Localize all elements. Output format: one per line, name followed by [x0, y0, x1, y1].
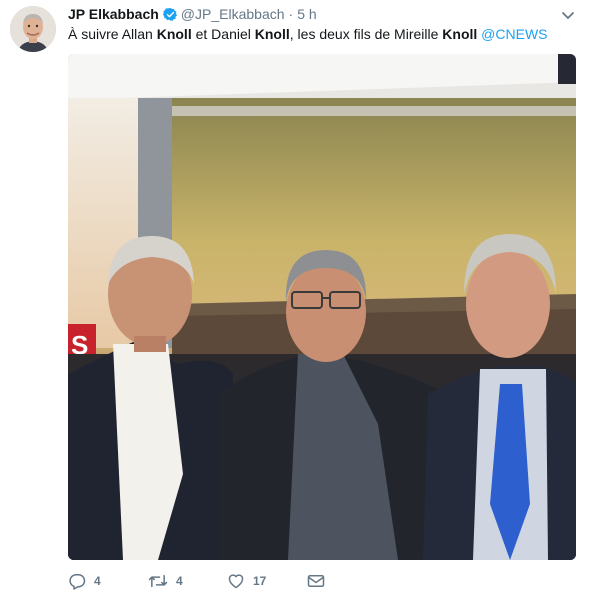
- like-count: 17: [253, 574, 267, 588]
- avatar[interactable]: [10, 6, 56, 52]
- verified-badge-icon: [162, 7, 178, 22]
- like-button[interactable]: 17: [227, 573, 307, 589]
- display-name[interactable]: JP Elkabbach: [68, 6, 159, 22]
- tweet-text: À suivre Allan Knoll et Daniel Knoll, le…: [68, 25, 548, 43]
- user-handle[interactable]: @JP_Elkabbach: [181, 6, 285, 22]
- reply-icon: [68, 573, 86, 590]
- retweet-count: 4: [176, 574, 183, 588]
- tweet-photo[interactable]: S: [68, 54, 576, 560]
- heart-icon: [227, 573, 245, 589]
- text-segment: et Daniel: [191, 26, 255, 42]
- direct-message-button[interactable]: [307, 574, 325, 588]
- retweet-icon: [148, 573, 168, 589]
- highlighted-word: Knoll: [156, 26, 192, 42]
- envelope-icon: [307, 574, 325, 588]
- separator-dot: ·: [288, 6, 294, 22]
- reply-button[interactable]: 4: [68, 573, 148, 590]
- mention-link[interactable]: @CNEWS: [481, 26, 547, 42]
- tweet-actions: 4 4 17: [68, 572, 325, 590]
- reply-count: 4: [94, 574, 101, 588]
- chevron-down-icon[interactable]: [561, 7, 575, 20]
- text-segment: , les deux fils de Mireille: [289, 26, 443, 42]
- text-segment: À suivre Allan: [68, 26, 157, 42]
- highlighted-word: Knoll: [254, 26, 290, 42]
- timestamp[interactable]: 5 h: [297, 6, 316, 22]
- tweet-card: JP Elkabbach @JP_Elkabbach · 5 h À suivr…: [0, 0, 589, 592]
- retweet-button[interactable]: 4: [148, 573, 227, 589]
- highlighted-word: Knoll: [442, 26, 478, 42]
- tweet-header: JP Elkabbach @JP_Elkabbach · 5 h: [68, 5, 317, 23]
